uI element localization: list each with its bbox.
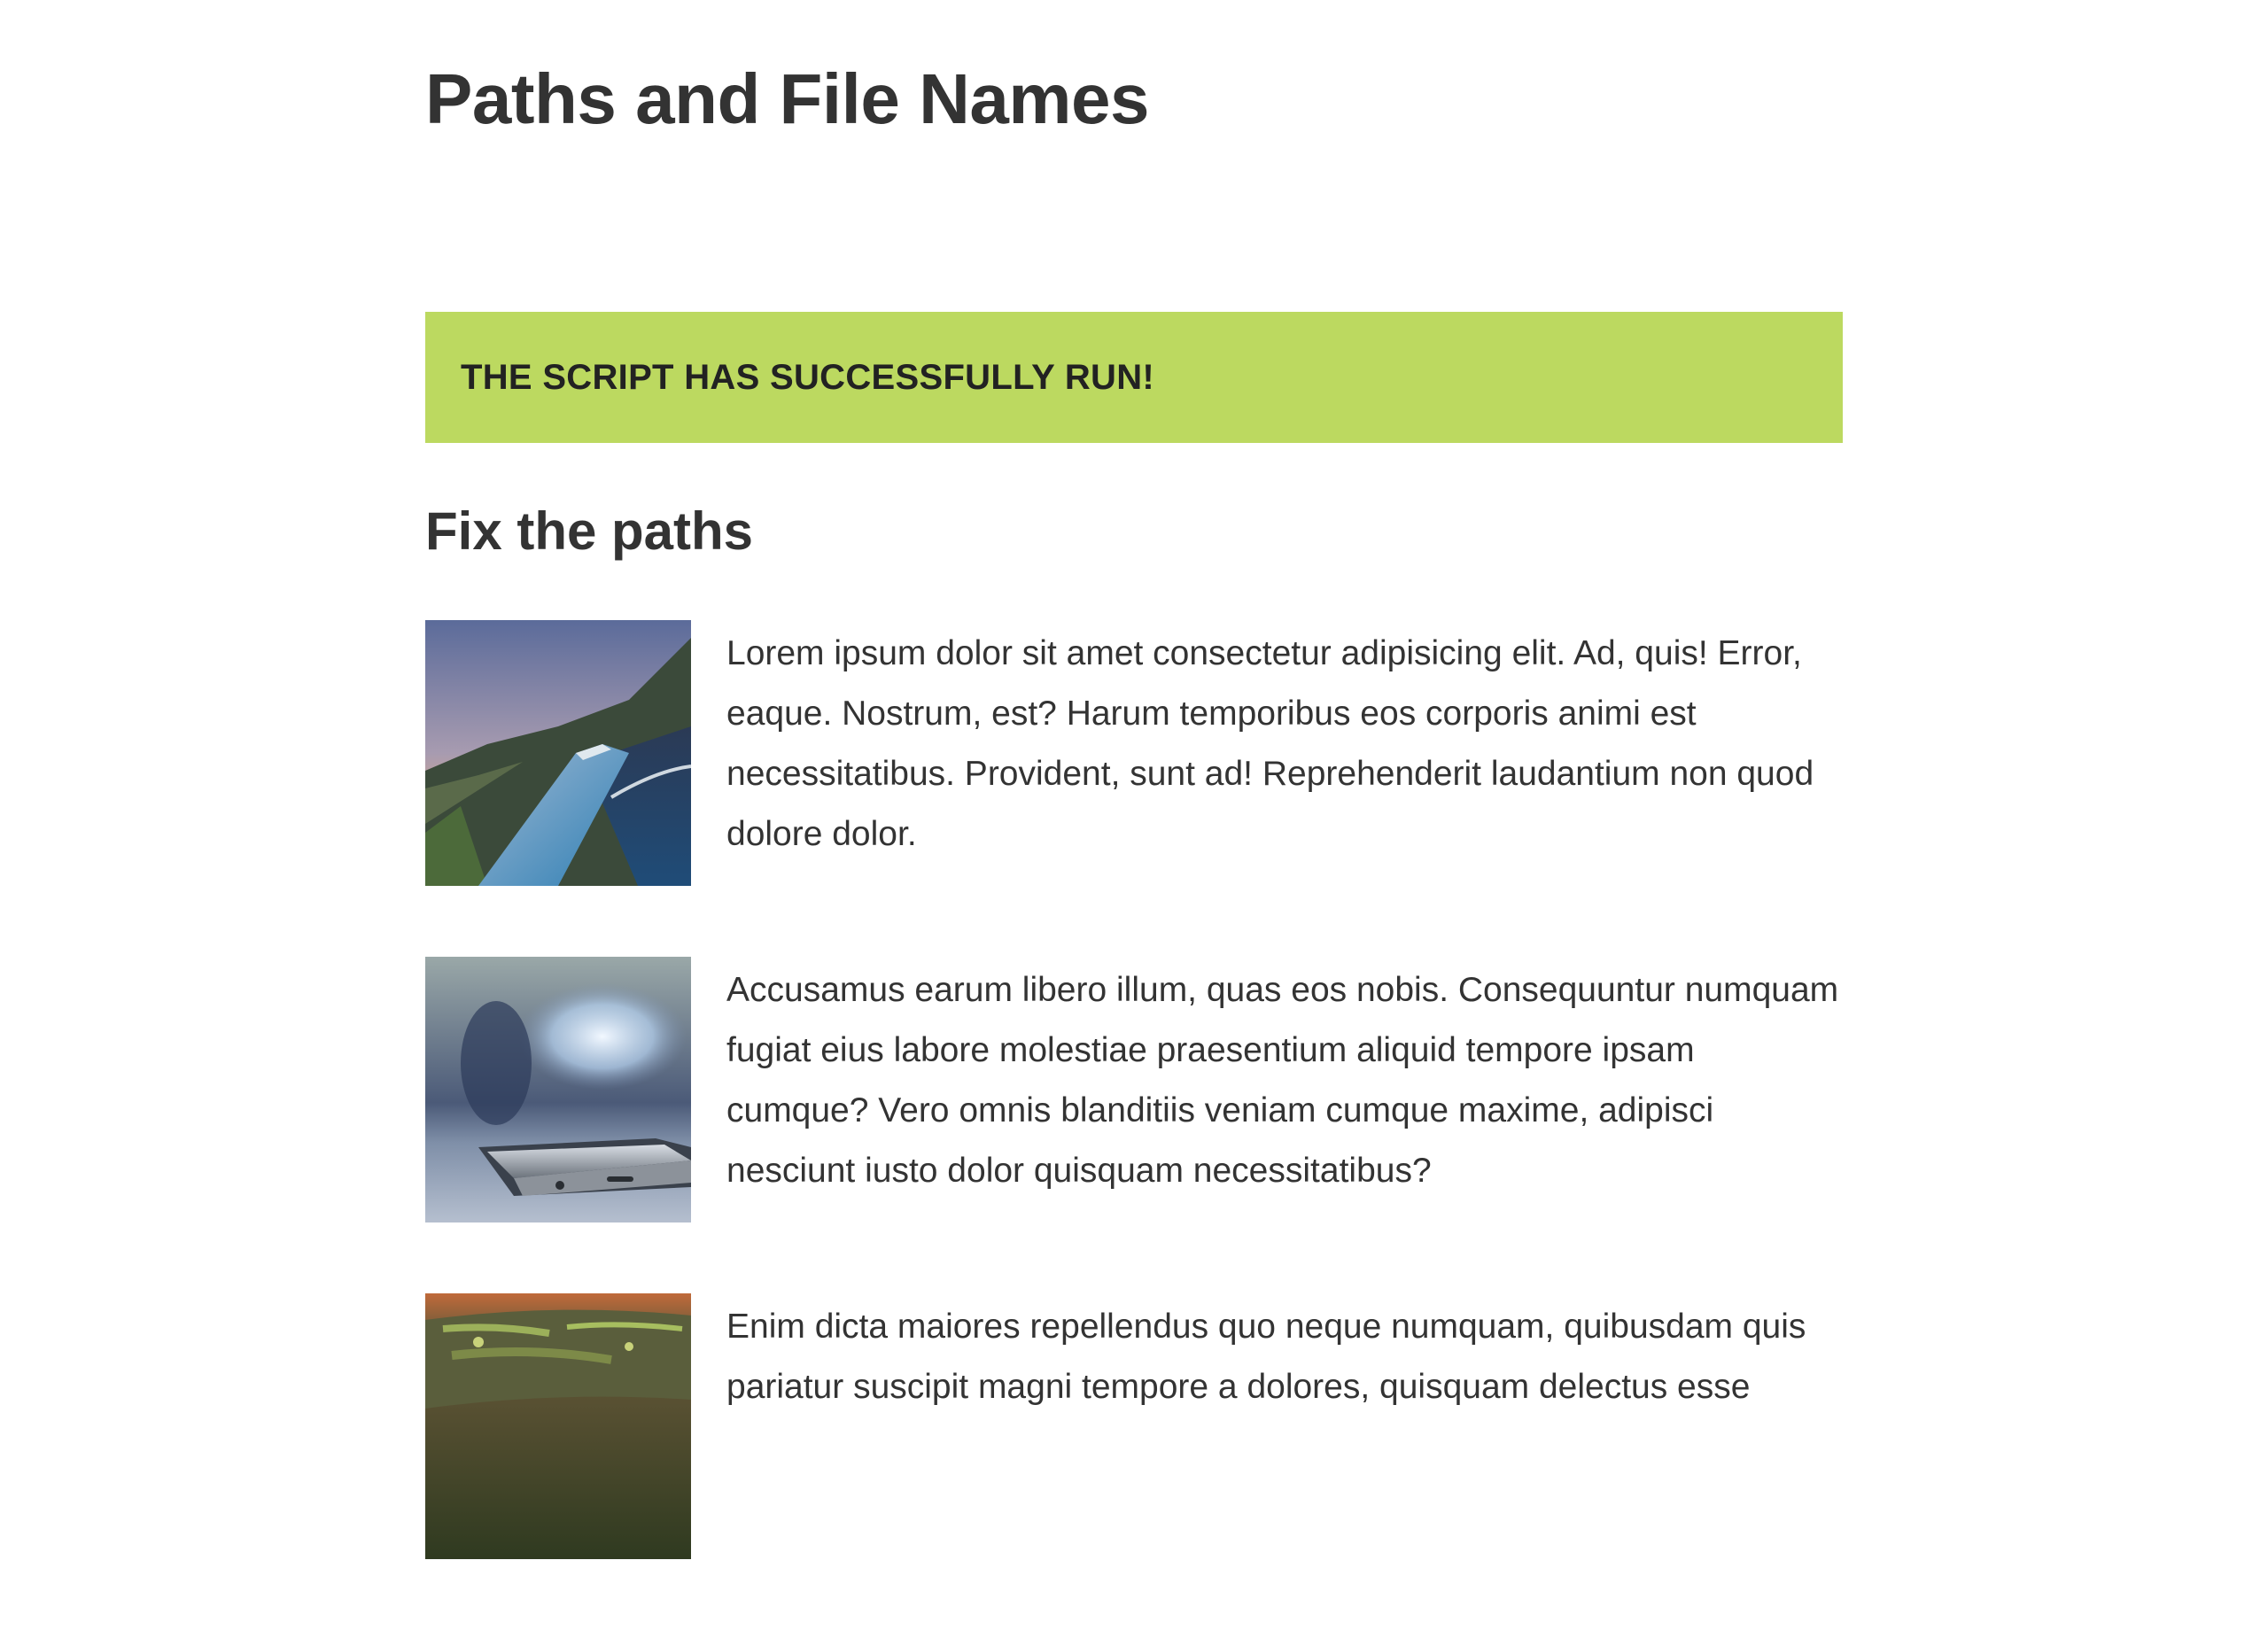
media-item: Accusamus earum libero illum, quas eos n… <box>425 957 1843 1222</box>
media-list: Lorem ipsum dolor sit amet consectetur a… <box>425 620 1843 1630</box>
smartphone-photo <box>425 957 691 1222</box>
page-title: Paths and File Names <box>425 59 1149 138</box>
mossy-log-photo <box>425 1293 691 1559</box>
success-message: THE SCRIPT HAS SUCCESSFULLY RUN! <box>461 357 1155 397</box>
media-item: Lorem ipsum dolor sit amet consectetur a… <box>425 620 1843 886</box>
mountain-road-photo <box>425 620 691 886</box>
media-text: Lorem ipsum dolor sit amet consectetur a… <box>726 634 1814 853</box>
success-banner: THE SCRIPT HAS SUCCESSFULLY RUN! <box>425 312 1843 443</box>
section-title: Fix the paths <box>425 501 754 561</box>
media-text: Enim dicta maiores repellendus quo neque… <box>726 1308 1806 1406</box>
media-item: Enim dicta maiores repellendus quo neque… <box>425 1293 1843 1559</box>
media-text: Accusamus earum libero illum, quas eos n… <box>726 971 1839 1190</box>
